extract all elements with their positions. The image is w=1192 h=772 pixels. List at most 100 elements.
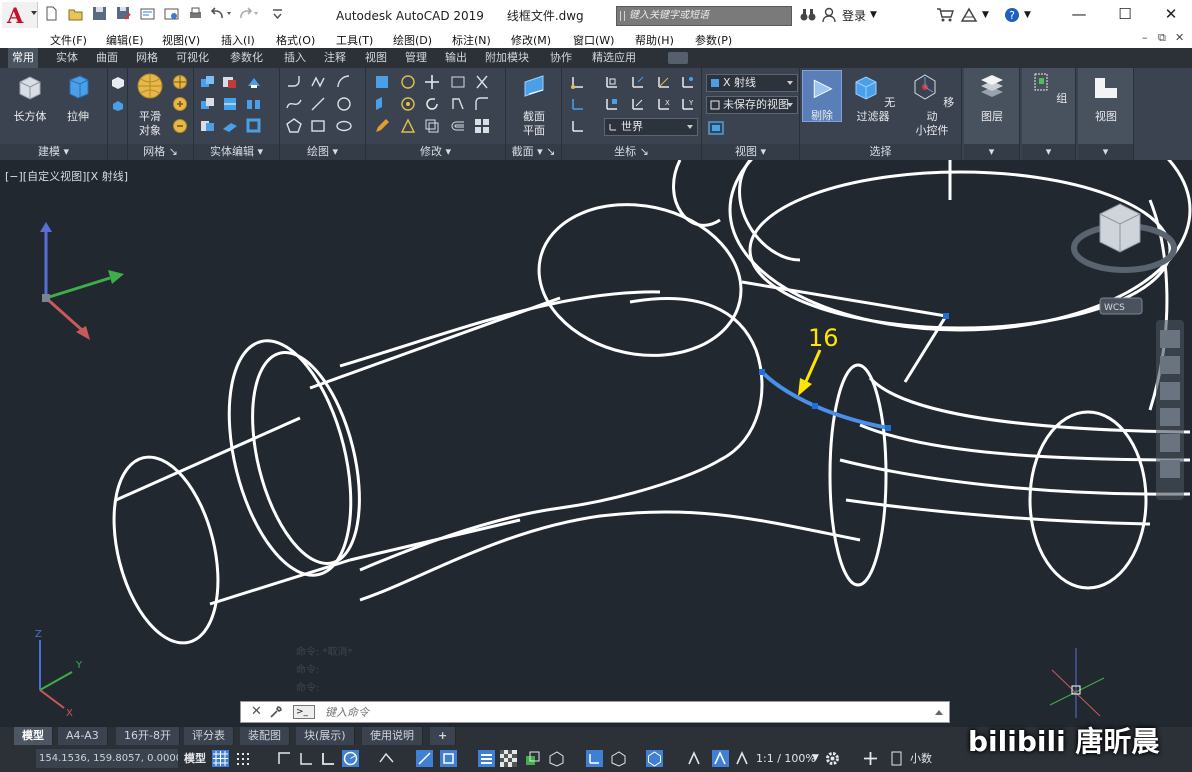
tab-annotate[interactable]: 注释 <box>320 48 350 68</box>
model-space-button[interactable]: 模型 <box>184 749 206 768</box>
maximize-button[interactable]: ☐ <box>1102 0 1148 30</box>
panel-modeling-label[interactable]: 建模 ▾ <box>0 144 107 160</box>
ucs-world-icon[interactable] <box>604 74 620 90</box>
fillet-icon[interactable] <box>474 96 490 112</box>
view-cube[interactable]: WCS <box>1071 203 1177 315</box>
view-button[interactable]: 视图 <box>1084 72 1128 124</box>
transparency-icon[interactable] <box>500 750 517 767</box>
object-snap-icon[interactable] <box>440 750 457 767</box>
tab-addins[interactable]: 附加模块 <box>481 48 533 68</box>
named-view-select[interactable]: 未保存的视图 <box>706 96 798 114</box>
scale-dropdown-arrow[interactable]: ▼ <box>812 749 819 768</box>
open-folder-icon[interactable] <box>68 6 83 21</box>
grip-end[interactable] <box>885 425 891 431</box>
ucs-origin-icon[interactable] <box>630 74 646 90</box>
grip-mid[interactable] <box>812 403 818 409</box>
save-web-icon[interactable] <box>164 6 179 21</box>
units-icon[interactable] <box>888 750 905 767</box>
ribbon-display-toggle[interactable] <box>668 52 688 64</box>
panel-view-right-expand[interactable]: ▾ <box>1078 144 1133 160</box>
circle-icon[interactable] <box>336 96 352 112</box>
units-value[interactable]: 小数 <box>910 749 932 768</box>
panel-layers-expand[interactable]: ▾ <box>964 144 1019 160</box>
3d-rotate-icon[interactable] <box>400 74 416 90</box>
application-menu-button[interactable]: A <box>2 2 38 28</box>
dynamic-input-icon[interactable] <box>298 750 315 767</box>
union-icon[interactable] <box>200 74 216 90</box>
menu-file[interactable]: 文件(F) <box>50 32 87 48</box>
polysolid-icon[interactable] <box>110 74 126 90</box>
tab-layout-block[interactable]: 块(展示) <box>296 727 355 745</box>
tab-surface[interactable]: 曲面 <box>92 48 122 68</box>
panel-mesh-label[interactable]: 网格 ↘ <box>128 144 193 160</box>
doc-restore-button[interactable]: ⧉ <box>1158 31 1166 45</box>
close-icon[interactable]: ✕ <box>251 704 262 719</box>
a360-icon[interactable] <box>960 7 978 23</box>
annotation-scale-icon[interactable] <box>734 750 751 767</box>
help-icon[interactable]: ? <box>1004 7 1020 23</box>
menu-draw[interactable]: 绘图(D) <box>393 32 432 48</box>
filter-button[interactable]: 无过滤器 <box>848 72 898 124</box>
infer-constraints-icon[interactable] <box>276 750 293 767</box>
panel-view-label[interactable]: 视图 ▾ <box>702 144 799 160</box>
move-arrows-icon[interactable] <box>424 74 440 90</box>
subtract-icon[interactable] <box>222 74 238 90</box>
menu-format[interactable]: 格式(O) <box>276 32 315 48</box>
grip-construction[interactable] <box>943 313 949 319</box>
drawing-area[interactable]: 16 Z Y X WCS [−][自定义视图][X 射线] 命令: *取消* 命… <box>0 160 1192 727</box>
slice-icon[interactable] <box>222 96 238 112</box>
shell-icon[interactable] <box>246 118 262 134</box>
grid-icon[interactable] <box>212 750 229 767</box>
command-input[interactable] <box>325 704 925 720</box>
recent-commands-icon[interactable]: >_ <box>293 705 315 719</box>
menu-modify[interactable]: 修改(M) <box>511 32 551 48</box>
ortho-icon[interactable] <box>320 750 337 767</box>
menu-dimension[interactable]: 标注(N) <box>452 32 491 48</box>
user-icon[interactable] <box>822 7 836 23</box>
a360-dropdown-arrow[interactable]: ▼ <box>982 10 989 20</box>
object-snap-tracking-icon[interactable] <box>416 750 433 767</box>
menu-tools[interactable]: 工具(T) <box>336 32 373 48</box>
intersect-icon[interactable] <box>200 96 216 112</box>
open-web-icon[interactable] <box>140 6 155 21</box>
tab-collaborate[interactable]: 协作 <box>546 48 576 68</box>
isodraft-icon[interactable] <box>378 750 395 767</box>
ucs-icon-toggle[interactable] <box>570 118 586 134</box>
panel-groups-expand[interactable]: ▾ <box>1022 144 1075 160</box>
ucs-face-icon[interactable] <box>630 96 646 112</box>
3d-align-icon[interactable] <box>374 96 390 112</box>
stretch-icon[interactable] <box>450 96 466 112</box>
gizmo-icon[interactable] <box>646 750 663 767</box>
3d-array-icon[interactable] <box>400 96 416 112</box>
edit-pencil-icon[interactable] <box>374 118 390 134</box>
extrude-button[interactable]: 拉伸 <box>58 72 98 124</box>
menu-parametric[interactable]: 参数(P) <box>695 32 732 48</box>
viewport-controls[interactable]: [−][自定义视图][X 射线] <box>5 168 128 184</box>
section-plane-button[interactable]: 截面 平面 <box>514 72 554 138</box>
thicken-icon[interactable] <box>222 118 238 134</box>
move-icon[interactable] <box>374 74 390 90</box>
ucs-object-icon[interactable] <box>604 96 620 112</box>
tab-featured-apps[interactable]: 精选应用 <box>588 48 640 68</box>
viewport-config-icon[interactable] <box>708 120 724 136</box>
box-button[interactable]: 长方体 <box>10 72 50 124</box>
undo-icon[interactable] <box>210 6 232 21</box>
annotation-scale-value[interactable]: 1:1 / 100% <box>756 749 816 768</box>
ucs-3point-icon[interactable] <box>680 74 696 90</box>
doc-minimize-button[interactable]: – <box>1142 31 1148 44</box>
minimize-button[interactable]: — <box>1056 0 1102 30</box>
cart-icon[interactable] <box>936 7 954 23</box>
customize-toolbar-icon[interactable] <box>270 6 285 21</box>
separate-icon[interactable] <box>246 96 262 112</box>
polar-tracking-icon[interactable] <box>342 750 359 767</box>
interfere-icon[interactable] <box>200 118 216 134</box>
ucs-view-icon[interactable] <box>570 96 586 112</box>
presspull-icon[interactable] <box>110 96 126 112</box>
panel-section-label[interactable]: 截面 ▾ ↘ <box>506 144 561 160</box>
layers-button[interactable]: 图层 <box>970 72 1014 124</box>
redo-icon[interactable] <box>238 6 260 21</box>
tab-view[interactable]: 视图 <box>361 48 391 68</box>
save-as-icon[interactable] <box>116 6 131 21</box>
tab-home[interactable]: 常用 <box>8 48 38 68</box>
wcs-label[interactable]: WCS <box>1104 303 1125 313</box>
